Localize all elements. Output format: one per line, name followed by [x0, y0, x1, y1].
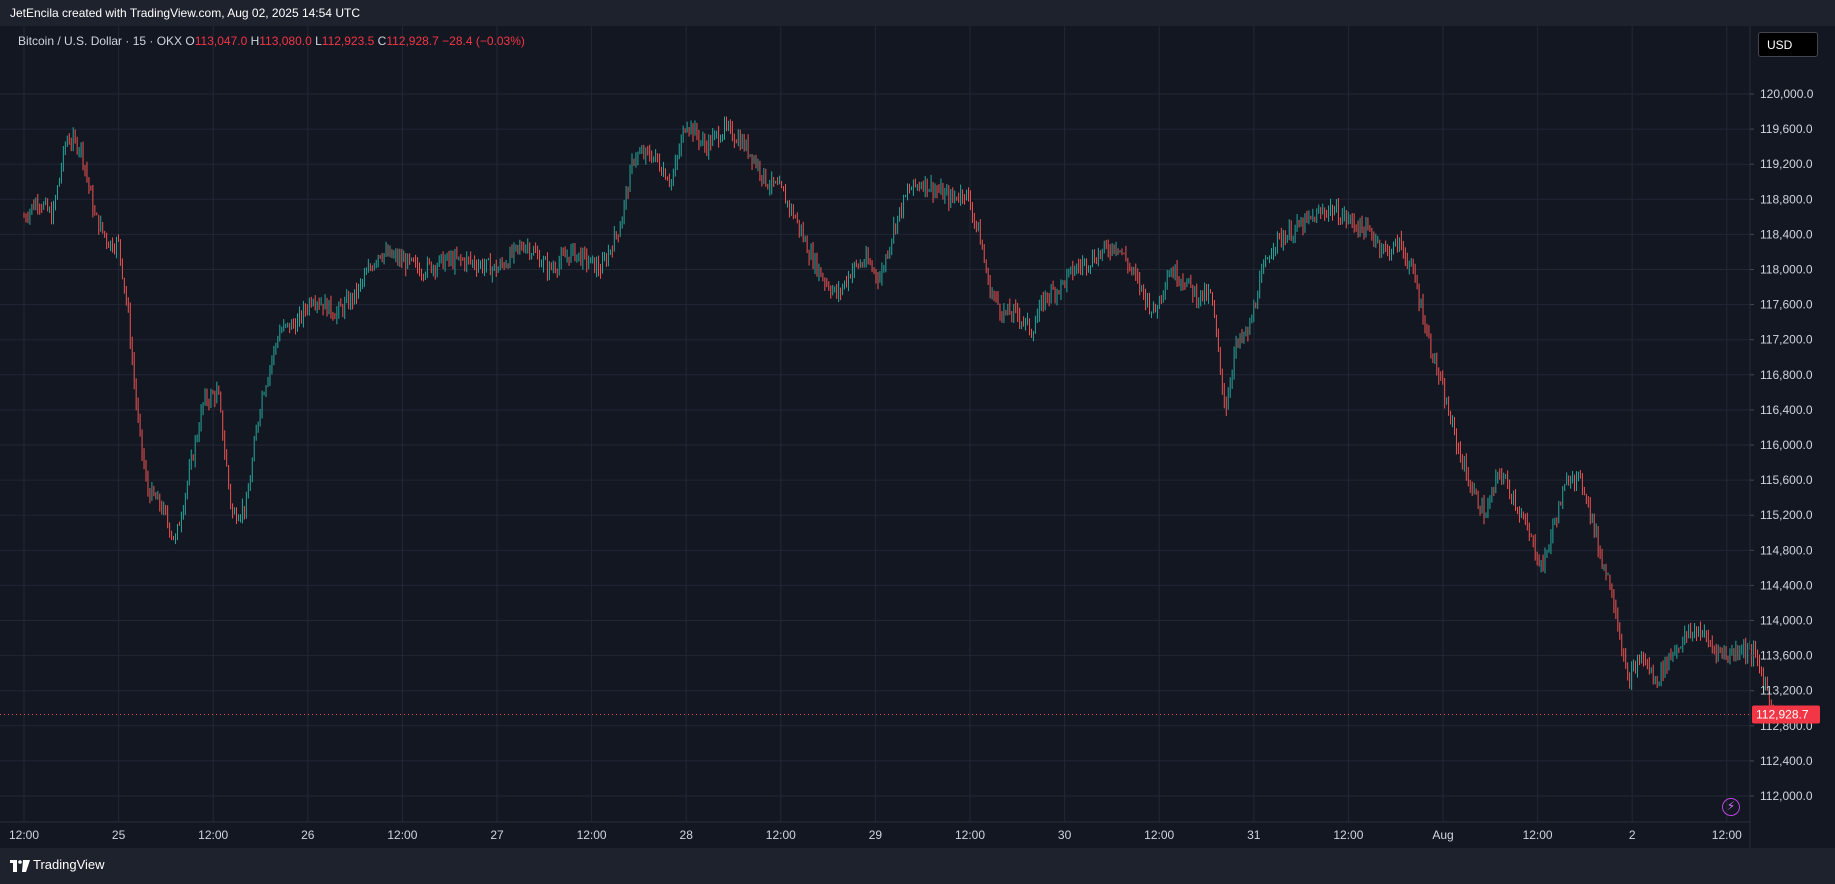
price-tick-label: 114,800.0	[1760, 543, 1813, 557]
price-tick-label: 115,200.0	[1760, 508, 1813, 522]
price-axis: 120,000.0 119,600.0 119,200.0 118,800.0 118,…	[1750, 87, 1814, 803]
time-tick-label: 28	[680, 828, 694, 842]
candles	[23, 116, 1774, 724]
time-axis: 12:00 25 12:00 26 12:00 27 12:00 28 12:00 29 12:00…	[0, 821, 1750, 842]
time-tick-label: 27	[490, 828, 504, 842]
legend-symbol: Bitcoin / U.S. Dollar · 15 · OKX	[18, 34, 183, 48]
time-tick-label: 12:00	[1712, 828, 1742, 842]
price-tick-label: 118,400.0	[1760, 227, 1813, 241]
time-tick-label: 12:00	[955, 828, 985, 842]
time-tick-label: 12:00	[766, 828, 796, 842]
legend-low-label: L	[315, 34, 322, 48]
last-price-tag-text: 112,928.7	[1756, 708, 1809, 722]
attribution-bar: JetEncila created with TradingView.com, …	[0, 0, 1835, 26]
price-tick-label: 117,600.0	[1760, 298, 1813, 312]
price-tick-label: 119,600.0	[1760, 122, 1813, 136]
time-tick-label: 12:00	[1333, 828, 1363, 842]
price-tick-label: 113,200.0	[1760, 684, 1813, 698]
attribution-caption: JetEncila created with TradingView.com, …	[10, 6, 360, 20]
price-tick-label: 117,200.0	[1760, 333, 1813, 347]
time-tick-label: 12:00	[387, 828, 417, 842]
legend-change: −28.4 (−0.03%)	[442, 34, 525, 48]
price-tick-label: 116,400.0	[1760, 403, 1813, 417]
time-tick-label: Aug	[1432, 828, 1453, 842]
tradingview-logo-icon	[10, 860, 30, 872]
price-tick-label: 112,400.0	[1760, 754, 1813, 768]
lightning-icon[interactable]: ⚡	[1722, 798, 1740, 816]
legend-high-value: 113,080.0	[259, 34, 312, 48]
price-tick-label: 114,000.0	[1760, 614, 1813, 628]
last-price-tag: 112,928.7	[1752, 705, 1820, 724]
footer-brand: TradingView	[33, 857, 105, 872]
price-tick-label: 118,000.0	[1760, 263, 1813, 277]
chart-pane[interactable]: 120,000.0 119,600.0 119,200.0 118,800.0 118,…	[0, 26, 1835, 848]
price-tick-label: 115,600.0	[1760, 473, 1813, 487]
price-tick-label: 116,800.0	[1760, 368, 1813, 382]
symbol-legend[interactable]: Bitcoin / U.S. Dollar · 15 · OKX O113,04…	[18, 34, 525, 48]
time-tick-label: 12:00	[198, 828, 228, 842]
time-tick-label: 29	[869, 828, 883, 842]
legend-close-label: C	[377, 34, 387, 48]
time-tick-label: 2	[1629, 828, 1636, 842]
legend-close-value: 112,928.7	[386, 34, 439, 48]
price-tick-label: 116,000.0	[1760, 438, 1813, 452]
time-tick-label: 26	[301, 828, 315, 842]
legend-low-value: 112,923.5	[321, 34, 375, 48]
time-tick-label: 12:00	[1523, 828, 1553, 842]
price-tick-label: 120,000.0	[1760, 87, 1814, 101]
legend-high-label: H	[250, 34, 260, 48]
currency-button[interactable]: USD	[1758, 32, 1818, 57]
price-tick-label: 113,600.0	[1760, 649, 1813, 663]
legend-open-value: 113,047.0	[194, 34, 248, 48]
time-tick-label: 31	[1247, 828, 1261, 842]
price-tick-label: 112,000.0	[1760, 789, 1813, 803]
time-tick-label: 12:00	[9, 828, 39, 842]
price-tick-label: 114,400.0	[1760, 578, 1813, 592]
time-tick-label: 12:00	[1144, 828, 1174, 842]
grid-lines	[0, 26, 1750, 822]
price-chart[interactable]: 120,000.0 119,600.0 119,200.0 118,800.0 118,…	[0, 26, 1835, 848]
price-tick-label: 119,200.0	[1760, 157, 1813, 171]
time-tick-label: 12:00	[577, 828, 607, 842]
time-tick-label: 30	[1058, 828, 1072, 842]
time-tick-label: 25	[112, 828, 126, 842]
price-tick-label: 118,800.0	[1760, 192, 1813, 206]
footer-bar: TradingView	[0, 848, 1835, 884]
legend-open-label: O	[185, 34, 195, 48]
